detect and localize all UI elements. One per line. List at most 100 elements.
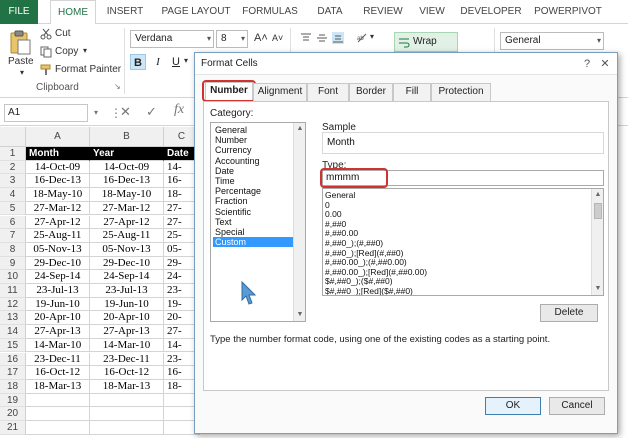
category-item[interactable]: Fraction [213,196,293,206]
table-cell[interactable]: 23-Dec-11 [26,352,90,367]
table-cell[interactable]: 14-Oct-09 [26,160,90,175]
tab-insert[interactable]: INSERT [102,0,148,24]
align-top-icon[interactable] [300,32,312,44]
empty-cell[interactable] [26,393,90,408]
tab-review[interactable]: REVIEW [360,0,406,24]
category-item[interactable]: Date [213,166,293,176]
format-code-item[interactable]: #,##0_);[Red](#,##0) [325,248,403,258]
align-bottom-icon[interactable] [332,32,344,44]
tab-file[interactable]: FILE [0,0,38,24]
scroll-thumb[interactable] [594,203,602,219]
header-cell[interactable]: Month [26,147,90,161]
clipboard-launcher-icon[interactable]: ↘ [114,82,121,91]
table-cell[interactable]: 27-Apr-12 [90,215,164,230]
category-item[interactable]: Text [213,217,293,227]
insert-function-icon[interactable]: fx [174,102,184,118]
category-item[interactable]: Custom [213,237,293,248]
row-header[interactable]: 11 [0,284,26,298]
table-cell[interactable]: 20-Apr-10 [26,311,90,326]
name-box[interactable]: A1 [4,104,88,122]
table-cell[interactable]: 27-Apr-12 [26,215,90,230]
enter-entry-icon[interactable]: ✓ [146,104,157,120]
empty-cell[interactable] [90,421,164,435]
category-item[interactable]: Currency [213,145,293,155]
select-all-corner[interactable] [0,127,26,147]
cut-button[interactable]: Cut [55,28,71,39]
scroll-up-icon[interactable]: ▲ [592,189,603,201]
font-size-combo[interactable]: 8 ▾ [216,30,248,48]
table-cell[interactable]: 16-Dec-13 [90,174,164,189]
format-code-item[interactable]: 0.00 [325,209,342,219]
table-cell[interactable]: 19-Jun-10 [26,297,90,312]
scroll-down-icon[interactable]: ▼ [294,309,306,321]
category-item[interactable]: General [213,125,293,135]
table-cell[interactable]: 16-Oct-12 [90,366,164,380]
category-item[interactable]: Scientific [213,207,293,217]
format-code-list[interactable]: ▲ ▼ General 0 0.00 #,##0 #,##0.00 #,##0_);(#,… [322,188,604,296]
orientation-icon[interactable]: ab [356,32,368,44]
format-painter-icon[interactable] [40,64,52,76]
table-cell[interactable]: 23-Dec-11 [90,352,164,367]
format-code-item[interactable]: #,##0.00 [325,228,358,238]
ok-button[interactable]: OK [485,397,541,415]
empty-cell[interactable] [26,421,90,435]
category-scrollbar[interactable]: ▲ ▼ [293,123,305,321]
header-cell[interactable]: Year [90,147,164,161]
row-header[interactable]: 10 [0,270,26,284]
cancel-entry-icon[interactable]: ✕ [120,104,131,120]
format-code-item[interactable]: General [325,190,355,200]
table-cell[interactable]: 25-Aug-11 [90,229,164,243]
underline-dropdown-icon[interactable]: ▾ [184,56,188,65]
name-box-dropdown-icon[interactable]: ▾ [94,108,98,117]
table-cell[interactable]: 18-Mar-13 [90,379,164,394]
table-cell[interactable]: 27-Apr-13 [26,325,90,339]
category-item[interactable]: Time [213,176,293,186]
table-cell[interactable]: 14-Mar-10 [90,338,164,353]
row-header[interactable]: 16 [0,352,26,367]
scroll-up-icon[interactable]: ▲ [294,123,306,135]
row-header[interactable]: 19 [0,393,26,408]
format-list-scrollbar[interactable]: ▲ ▼ [591,189,603,295]
table-cell[interactable]: 05-Nov-13 [90,242,164,257]
table-cell[interactable]: 14-Oct-09 [90,160,164,175]
paste-label[interactable]: Paste [8,56,34,67]
italic-button[interactable]: I [150,54,166,70]
format-painter-button[interactable]: Format Painter [55,64,121,75]
chevron-down-icon[interactable]: ▾ [241,31,245,47]
row-header[interactable]: 9 [0,256,26,271]
paste-dropdown-icon[interactable]: ▾ [20,68,24,77]
table-cell[interactable]: 14-Mar-10 [26,338,90,353]
table-cell[interactable]: 23-Jul-13 [90,284,164,298]
chevron-down-icon[interactable]: ▾ [207,31,211,47]
cancel-button[interactable]: Cancel [549,397,605,415]
decrease-font-size-icon[interactable]: A˅ [272,33,283,43]
scroll-down-icon[interactable]: ▼ [592,283,603,295]
category-item[interactable]: Number [213,135,293,145]
row-header[interactable]: 20 [0,407,26,421]
format-code-item[interactable]: #,##0 [325,219,346,229]
table-cell[interactable]: 18-May-10 [26,188,90,202]
table-cell[interactable]: 24-Sep-14 [26,270,90,284]
table-cell[interactable]: 29-Dec-10 [26,256,90,271]
tab-page-layout[interactable]: PAGE LAYOUT [158,0,234,24]
table-cell[interactable]: 18-May-10 [90,188,164,202]
underline-button[interactable]: U [168,54,184,70]
cut-icon[interactable] [40,28,52,40]
table-cell[interactable]: 18-Mar-13 [26,379,90,394]
format-code-item[interactable]: #,##0_);(#,##0) [325,238,383,248]
align-middle-icon[interactable] [316,32,328,44]
bold-button[interactable]: B [130,54,146,70]
tab-alignment[interactable]: Alignment [253,83,307,101]
table-cell[interactable]: 25-Aug-11 [26,229,90,243]
empty-cell[interactable] [26,407,90,421]
row-header[interactable]: 5 [0,201,26,216]
category-item[interactable]: Percentage [213,186,293,196]
category-item[interactable]: Special [213,227,293,237]
category-list[interactable]: ▲ ▼ General Number Currency Accounting Date T… [210,122,306,322]
category-item[interactable]: Accounting [213,156,293,166]
copy-button[interactable]: Copy [55,46,78,57]
format-code-item[interactable]: $#,##0_);($#,##0) [325,276,393,286]
chevron-down-icon[interactable]: ▾ [597,33,601,49]
copy-icon[interactable] [40,46,52,58]
table-cell[interactable]: 19-Jun-10 [90,297,164,312]
